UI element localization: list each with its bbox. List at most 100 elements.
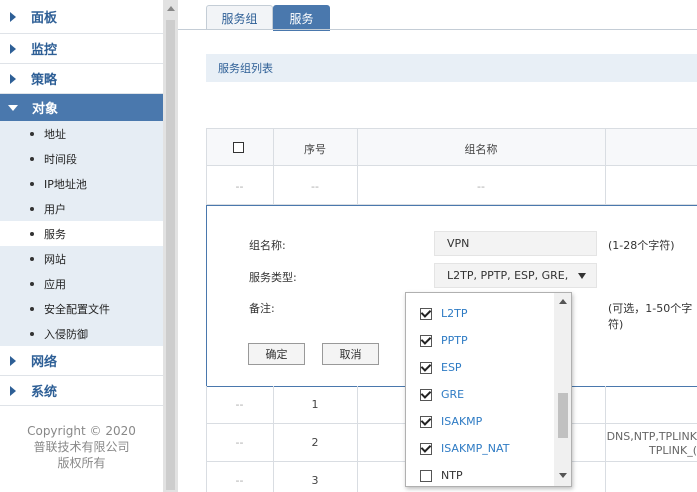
copyright-rights: 版权所有 <box>57 456 106 470</box>
sidebar-item-schedule[interactable]: 时间段 <box>0 146 163 171</box>
sidebar-item-label: 应用 <box>44 277 66 291</box>
table-border <box>357 386 358 492</box>
section-title: 服务组列表 <box>218 62 273 75</box>
table-border <box>605 128 606 205</box>
checkbox-checked[interactable] <box>420 307 432 320</box>
nav-label: 对象 <box>32 102 59 117</box>
service-type-select[interactable]: L2TP, PPTP, ESP, GRE, <box>434 263 597 288</box>
sidebar-item-address[interactable]: 地址 <box>0 121 163 146</box>
option-isakmp[interactable]: ISAKMP <box>406 408 552 435</box>
table-cell: -- <box>235 180 244 193</box>
sidebar-item-intrusion-prevention[interactable]: 入侵防御 <box>0 321 163 346</box>
scroll-up-icon[interactable] <box>167 6 175 11</box>
copyright: Copyright © 2020 普联技术有限公司 版权所有 <box>0 423 163 471</box>
sidebar-item-users[interactable]: 用户 <box>0 196 163 221</box>
bullet-icon <box>30 281 34 286</box>
sidebar: 面板 监控 策略 对象 地址 时间段 IP地址池 用户 服务 网站 应用 安全配… <box>0 0 163 492</box>
table-cell: 2 <box>311 436 319 449</box>
chevron-right-icon <box>10 355 16 366</box>
column-header-name: 组名称 <box>464 143 498 156</box>
sidebar-item-label: 服务 <box>44 227 66 241</box>
sidebar-item-services[interactable]: 服务 <box>0 221 163 246</box>
note-label: 备注: <box>249 302 275 315</box>
sidebar-item-websites[interactable]: 网站 <box>0 246 163 271</box>
checkbox-unchecked[interactable] <box>420 469 432 482</box>
confirm-button[interactable]: 确定 <box>248 343 305 365</box>
select-all-checkbox[interactable] <box>233 142 244 153</box>
dropdown-scrollbar[interactable] <box>554 293 571 486</box>
option-isakmp-nat[interactable]: ISAKMP_NAT <box>406 435 552 462</box>
sidebar-scrollbar[interactable] <box>163 0 178 492</box>
option-label: ISAKMP_NAT <box>441 442 510 455</box>
table-border <box>273 128 274 205</box>
sidebar-item-label: 安全配置文件 <box>44 302 110 316</box>
nav-monitor[interactable]: 监控 <box>0 34 163 64</box>
checkbox-checked[interactable] <box>420 442 432 455</box>
chevron-right-icon <box>10 43 16 54</box>
sidebar-item-label: 网站 <box>44 252 66 266</box>
nav-label: 策略 <box>31 73 58 88</box>
chevron-right-icon <box>10 73 16 84</box>
bullet-icon <box>30 256 34 261</box>
nav-label: 网络 <box>31 355 58 370</box>
group-name-input[interactable]: VPN <box>434 231 597 256</box>
column-header-index: 序号 <box>304 143 326 156</box>
nav-dashboard[interactable]: 面板 <box>0 0 163 34</box>
bullet-icon <box>30 306 34 311</box>
scroll-down-icon[interactable] <box>559 473 567 478</box>
checkbox-checked[interactable] <box>420 415 432 428</box>
checkbox-checked[interactable] <box>420 334 432 347</box>
sidebar-item-label: 入侵防御 <box>44 327 88 341</box>
objects-submenu: 地址 时间段 IP地址池 用户 服务 网站 应用 安全配置文件 入侵防御 <box>0 121 163 346</box>
table-cell: -- <box>311 180 319 193</box>
nav-objects[interactable]: 对象 <box>0 94 163 121</box>
bullet-icon <box>30 181 34 186</box>
scrollbar-thumb[interactable] <box>558 393 568 438</box>
chevron-right-icon <box>10 11 16 22</box>
option-label: GRE <box>441 388 465 401</box>
tab-service[interactable]: 服务 <box>273 5 330 31</box>
table-cell: DNS,NTP,TPLINK <box>606 430 697 443</box>
option-esp[interactable]: ESP <box>406 354 552 381</box>
option-l2tp[interactable]: L2TP <box>406 300 552 327</box>
table-cell: -- <box>235 436 244 449</box>
option-label: PPTP <box>441 334 468 347</box>
table-border <box>206 128 207 205</box>
sidebar-item-security-profiles[interactable]: 安全配置文件 <box>0 296 163 321</box>
option-pptp[interactable]: PPTP <box>406 327 552 354</box>
option-ntp[interactable]: NTP <box>406 462 552 486</box>
group-name-label: 组名称: <box>249 239 286 252</box>
table-cell: 3 <box>311 474 319 487</box>
sidebar-item-label: IP地址池 <box>44 177 87 191</box>
option-label: ESP <box>441 361 462 374</box>
sidebar-item-ip-pool[interactable]: IP地址池 <box>0 171 163 196</box>
bullet-icon <box>30 331 34 336</box>
nav-label: 监控 <box>31 43 58 58</box>
tab-divider <box>178 29 697 30</box>
service-type-dropdown[interactable]: L2TP PPTP ESP GRE ISAKMP ISAKMP_NAT NTP <box>405 292 572 487</box>
service-type-value: L2TP, PPTP, ESP, GRE, <box>447 269 569 282</box>
nav-label: 面板 <box>31 11 58 26</box>
option-gre[interactable]: GRE <box>406 381 552 408</box>
sidebar-item-label: 时间段 <box>44 152 77 166</box>
sidebar-item-applications[interactable]: 应用 <box>0 271 163 296</box>
nav-system[interactable]: 系统 <box>0 376 163 406</box>
bullet-icon <box>30 206 34 211</box>
checkbox-checked[interactable] <box>420 388 432 401</box>
chevron-down-icon <box>578 273 586 279</box>
checkbox-checked[interactable] <box>420 361 432 374</box>
copyright-line: Copyright © 2020 <box>27 424 136 438</box>
table-cell: 1 <box>311 398 319 411</box>
nav-policy[interactable]: 策略 <box>0 64 163 94</box>
service-type-label: 服务类型: <box>249 271 297 284</box>
nav-network[interactable]: 网络 <box>0 346 163 376</box>
bullet-icon <box>30 231 34 236</box>
bullet-icon <box>30 156 34 161</box>
tab-service-group[interactable]: 服务组 <box>206 5 273 30</box>
cancel-button[interactable]: 取消 <box>322 343 379 365</box>
table-cell: TPLINK_( <box>649 444 697 457</box>
bullet-icon <box>30 131 34 136</box>
sidebar-item-label: 用户 <box>44 202 66 216</box>
scroll-up-icon[interactable] <box>559 299 567 304</box>
scrollbar-thumb[interactable] <box>166 20 175 490</box>
